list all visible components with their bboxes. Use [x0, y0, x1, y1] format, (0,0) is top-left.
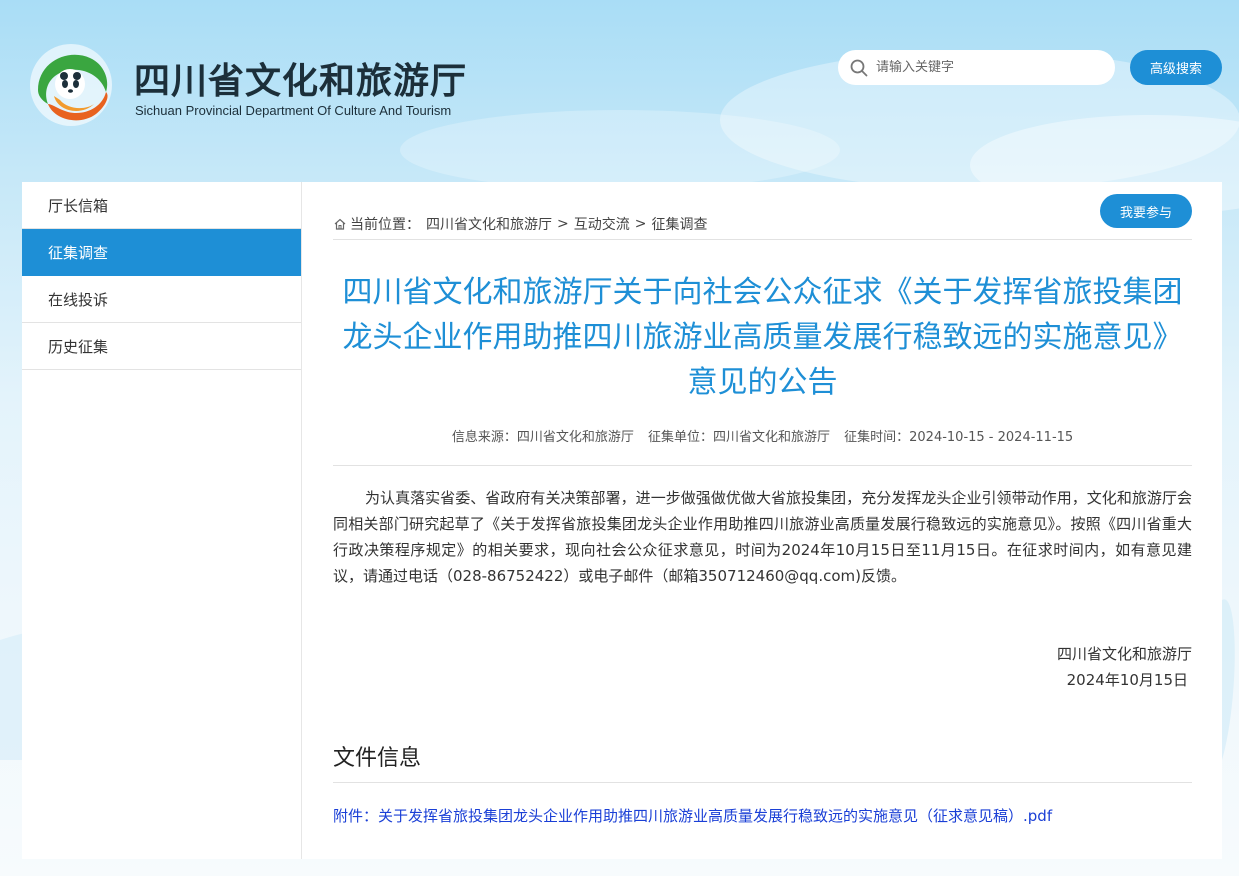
home-icon [334, 218, 346, 230]
search-input[interactable] [876, 60, 1096, 75]
sidebar-item-history[interactable]: 历史征集 [22, 323, 301, 370]
logo-emblem-icon [30, 44, 112, 126]
divider [333, 782, 1192, 783]
breadcrumb-link-survey[interactable]: 征集调查 [651, 214, 707, 234]
main-panel: 厅长信箱 征集调查 在线投诉 历史征集 当前位置： 四川省文化和旅游厅 > 互动… [22, 182, 1222, 859]
breadcrumb-separator: > [557, 216, 569, 232]
file-info-heading: 文件信息 [333, 746, 422, 771]
sidebar-item-mailbox[interactable]: 厅长信箱 [22, 182, 301, 229]
site-title: 四川省文化和旅游厅 [134, 61, 468, 102]
search-icon[interactable] [850, 59, 868, 77]
attachment-link[interactable]: 附件：关于发挥省旅投集团龙头企业作用助推四川旅游业高质量发展行稳致远的实施意见（… [333, 805, 1052, 826]
breadcrumb-separator: > [634, 216, 647, 232]
site-logo[interactable]: 四川省文化和旅游厅 Sichuan Provincial Department … [28, 42, 488, 132]
breadcrumb-link-home[interactable]: 四川省文化和旅游厅 [426, 214, 552, 234]
divider [333, 465, 1192, 466]
article-signature: 四川省文化和旅游厅 [1056, 645, 1192, 663]
article-date: 2024年10月15日 [1066, 671, 1188, 689]
article-meta: 信息来源：四川省文化和旅游厅 征集单位：四川省文化和旅游厅 征集时间：2024-… [333, 426, 1192, 445]
article-body: 为认真落实省委、省政府有关决策部署，进一步做强做优做大省旅投集团，充分发挥龙头企… [333, 489, 1192, 585]
breadcrumb-link-interaction[interactable]: 互动交流 [574, 214, 630, 234]
article-title: 四川省文化和旅游厅关于向社会公众征求《关于发挥省旅投集团龙头企业作用助推四川旅游… [342, 275, 1183, 400]
divider [333, 239, 1192, 240]
meta-source: 信息来源：四川省文化和旅游厅 [451, 430, 634, 445]
sidebar-item-survey[interactable]: 征集调查 [22, 229, 301, 276]
meta-unit: 征集单位：四川省文化和旅游厅 [647, 430, 830, 445]
sidebar-item-complaint[interactable]: 在线投诉 [22, 276, 301, 323]
participate-button[interactable]: 我要参与 [1100, 194, 1192, 228]
meta-time: 征集时间：2024-10-15 - 2024-11-15 [844, 430, 1074, 445]
content-area: 当前位置： 四川省文化和旅游厅 > 互动交流 > 征集调查 我要参与 四川省文化… [333, 182, 1192, 859]
advanced-search-button[interactable]: 高级搜索 [1130, 50, 1222, 85]
site-subtitle: Sichuan Provincial Department Of Culture… [135, 103, 452, 118]
breadcrumb: 当前位置： 四川省文化和旅游厅 > 互动交流 > 征集调查 [333, 214, 707, 234]
article-signature-block: 四川省文化和旅游厅 2024年10月15日 [1057, 641, 1192, 693]
sidebar: 厅长信箱 征集调查 在线投诉 历史征集 [22, 182, 302, 859]
search-box [838, 50, 1115, 85]
breadcrumb-prefix: 当前位置： [350, 217, 420, 233]
